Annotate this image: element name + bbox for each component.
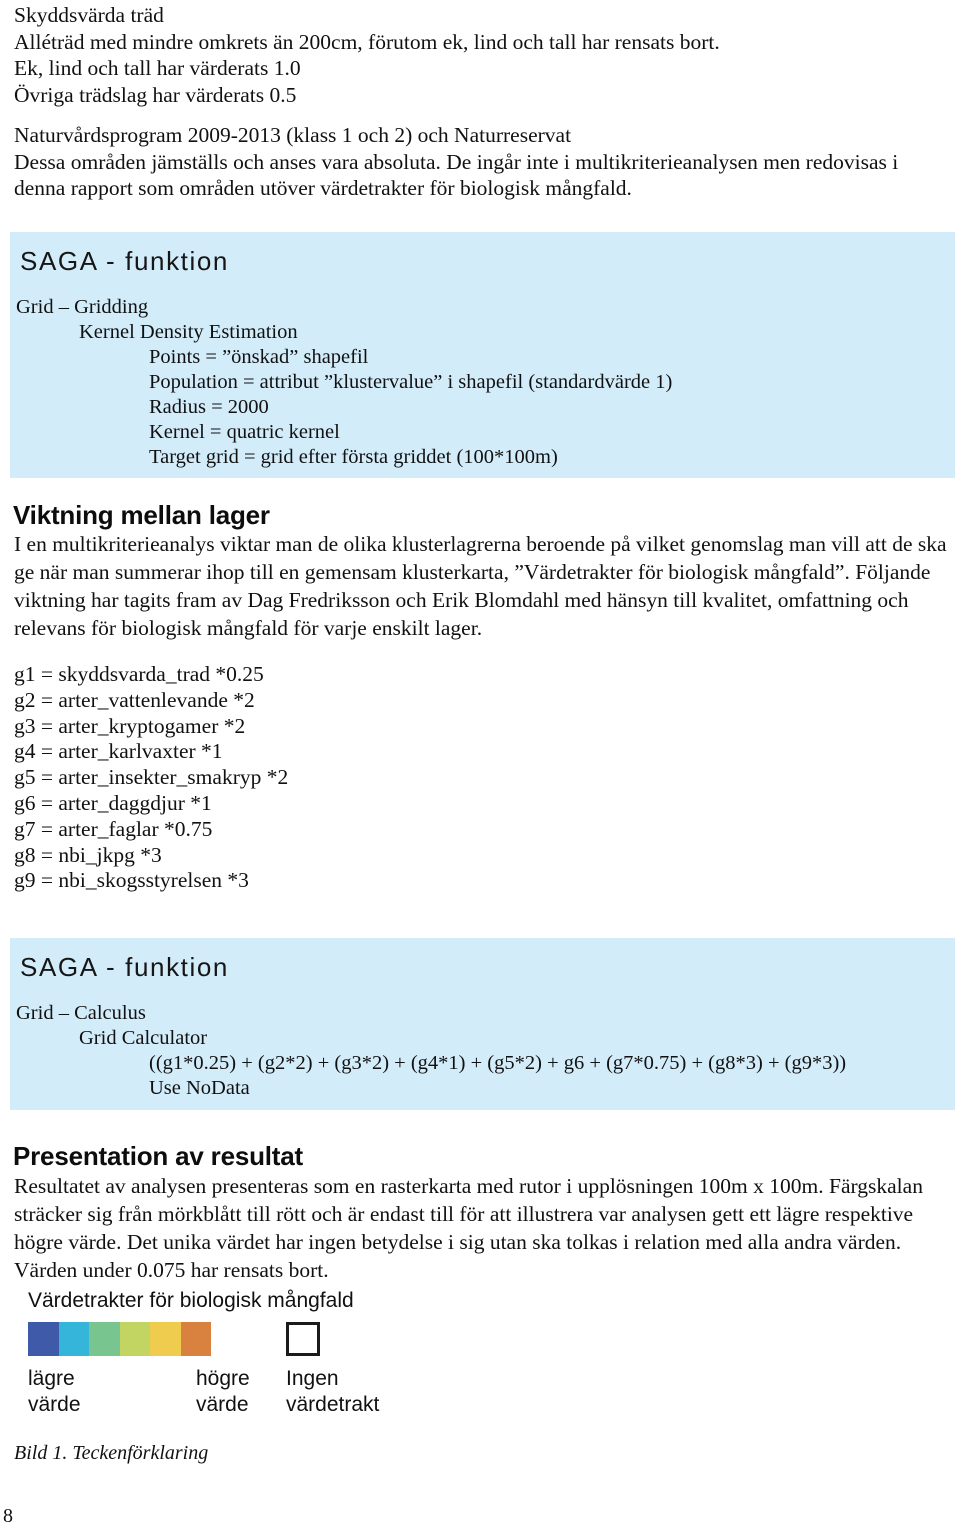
- section-heading-viktning: Viktning mellan lager: [13, 500, 270, 530]
- weight-item: g4 = arter_karlvaxter *1: [14, 739, 223, 764]
- saga-funktion-panel-gridding: SAGA - funktion Grid – Gridding Kernel D…: [10, 232, 955, 478]
- ramp-swatch-1: [28, 1322, 59, 1356]
- legend-label-low: lägre värde: [28, 1367, 81, 1416]
- weight-item: g1 = skyddsvarda_trad *0.25: [14, 662, 264, 686]
- saga-line: Grid – Calculus: [16, 1002, 146, 1024]
- naturvardsprogram-block: Naturvårdsprogram 2009-2013 (klass 1 och…: [14, 122, 948, 202]
- naturvard-heading-line: Naturvårdsprogram 2009-2013 (klass 1 och…: [14, 123, 572, 147]
- weight-item: g8 = nbi_jkpg *3: [14, 842, 162, 867]
- skyddsvarda-trad-block: Skyddsvärda träd Alléträd med mindre omk…: [14, 2, 948, 108]
- viktning-paragraph-block: I en multikriterieanalys viktar man de o…: [14, 530, 948, 642]
- legend-title: Värdetrakter för biologisk mångfald: [28, 1289, 354, 1312]
- saga-line: ((g1*0.25) + (g2*2) + (g3*2) + (g4*1) + …: [149, 1052, 847, 1074]
- weight-list: g1 = skyddsvarda_trad *0.25 g2 = arter_v…: [14, 662, 288, 894]
- saga-line: Population = attribut ”klustervalue” i s…: [149, 371, 673, 393]
- weight-item: g9 = nbi_skogsstyrelsen *3: [14, 868, 249, 893]
- intro-line-1: Skyddsvärda träd: [14, 3, 164, 27]
- ramp-swatch-2: [58, 1322, 89, 1356]
- presentation-paragraph: Resultatet av analysen presenteras som e…: [14, 1174, 923, 1282]
- viktning-paragraph: I en multikriterieanalys viktar man de o…: [14, 532, 947, 640]
- saga-panel-1-lines: Grid – Gridding Kernel Density Estimatio…: [10, 277, 955, 470]
- saga-funktion-panel-calculus: SAGA - funktion Grid – Calculus Grid Cal…: [10, 938, 955, 1110]
- saga-line: Grid Calculator: [79, 1027, 208, 1049]
- legend-label-nodata: Ingen värdetrakt: [286, 1367, 380, 1416]
- saga-line: Radius = 2000: [149, 396, 269, 418]
- section-heading-presentation: Presentation av resultat: [13, 1141, 303, 1171]
- ramp-swatch-6: [180, 1322, 211, 1356]
- map-legend: Värdetrakter för biologisk mångfald lägr…: [14, 1289, 434, 1422]
- saga-line: Target grid = grid efter första griddet …: [149, 446, 558, 468]
- document-page: Skyddsvärda träd Alléträd med mindre omk…: [0, 0, 960, 1539]
- weight-item: g2 = arter_vattenlevande *2: [14, 687, 255, 712]
- ramp-swatch-4: [119, 1322, 150, 1356]
- intro-line-2: Alléträd med mindre omkrets än 200cm, fö…: [14, 29, 720, 54]
- saga-line: Kernel Density Estimation: [79, 321, 298, 343]
- saga-line: Grid – Gridding: [16, 296, 149, 318]
- page-number: 8: [3, 1505, 13, 1527]
- saga-line: Use NoData: [149, 1077, 250, 1099]
- intro-line-3: Ek, lind och tall har värderats 1.0: [14, 56, 301, 80]
- ramp-swatch-5: [150, 1322, 181, 1356]
- legend-label-high: högre värde: [196, 1367, 250, 1416]
- figure-caption: Bild 1. Teckenförklaring: [14, 1442, 209, 1464]
- nodata-swatch: [286, 1322, 320, 1356]
- weight-item: g7 = arter_faglar *0.75: [14, 816, 213, 841]
- saga-line: Points = ”önskad” shapefil: [149, 346, 369, 368]
- saga-panel-1-title: SAGA - funktion: [20, 246, 229, 276]
- saga-line: Kernel = quatric kernel: [149, 421, 340, 443]
- weight-item: g3 = arter_kryptogamer *2: [14, 713, 246, 738]
- saga-panel-2-lines: Grid – Calculus Grid Calculator ((g1*0.2…: [10, 983, 955, 1101]
- weight-item: g5 = arter_insekter_smakryp *2: [14, 765, 289, 790]
- color-ramp: [28, 1322, 211, 1356]
- legend-label-row: lägre värde högre värde Ingen värdetrakt: [28, 1366, 434, 1422]
- weight-item: g6 = arter_daggdjur *1: [14, 790, 212, 815]
- saga-panel-2-title: SAGA - funktion: [20, 952, 229, 982]
- presentation-paragraph-block: Resultatet av analysen presenteras som e…: [14, 1172, 948, 1284]
- intro-line-4: Övriga trädslag har värderats 0.5: [14, 82, 297, 107]
- legend-swatch-row: [28, 1322, 434, 1358]
- naturvard-paragraph: Dessa områden jämställs och anses vara a…: [14, 149, 899, 201]
- ramp-swatch-3: [89, 1322, 120, 1356]
